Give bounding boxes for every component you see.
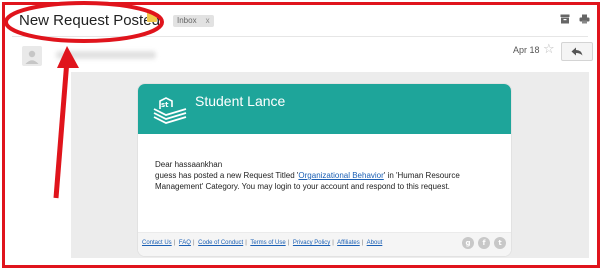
inbox-label-text: Inbox — [177, 16, 197, 25]
request-title-link[interactable]: Organizational Behavior — [298, 171, 383, 180]
brand-name: Student Lance — [195, 93, 286, 109]
person-icon — [25, 50, 39, 64]
footer-link-faq[interactable]: FAQ — [179, 240, 191, 246]
inbox-label-chip[interactable]: Inbox x — [173, 15, 214, 27]
footer-link-contact-us[interactable]: Contact Us — [142, 240, 172, 246]
footer-separator: | — [192, 240, 195, 246]
social-icons: g f t — [462, 237, 506, 249]
footer-separator: | — [332, 240, 334, 246]
archive-icon[interactable] — [560, 14, 570, 24]
footer-link-code-of-conduct[interactable]: Code of Conduct — [198, 240, 243, 246]
greeting: Dear hassaankhan — [155, 160, 223, 169]
student-lance-logo-icon: st — [153, 97, 187, 124]
sender-avatar[interactable] — [22, 46, 42, 66]
facebook-icon[interactable]: f — [478, 237, 490, 249]
svg-text:st: st — [161, 101, 169, 109]
message-text-part-1: guess has posted a new Request Titled ' — [155, 171, 299, 180]
top-toolbar — [560, 14, 590, 24]
star-icon[interactable]: ☆ — [543, 42, 555, 56]
message-body: Dear hassaankhan guess has posted a new … — [155, 159, 500, 192]
footer-separator: | — [173, 240, 176, 246]
email-card: st Student Lance Dear hassaankhan guess … — [138, 84, 511, 256]
email-date: Apr 18 — [513, 45, 540, 55]
card-header: st Student Lance — [138, 84, 511, 134]
footer-link-about[interactable]: About — [367, 240, 383, 246]
print-icon[interactable] — [579, 14, 590, 24]
reply-button[interactable] — [561, 42, 593, 61]
footer-link-terms-of-use[interactable]: Terms of Use — [250, 240, 285, 246]
remove-label-button[interactable]: x — [206, 16, 210, 25]
footer-separator: | — [361, 240, 364, 246]
twitter-icon[interactable]: t — [494, 237, 506, 249]
footer-links: Contact Us | FAQ | Code of Conduct | Terms … — [142, 240, 382, 246]
folder-label-icon[interactable] — [147, 12, 157, 22]
google-plus-icon[interactable]: g — [462, 237, 474, 249]
message-text: guess has posted a new Request Titled 'O… — [155, 170, 500, 192]
card-footer: Contact Us | FAQ | Code of Conduct | Terms … — [138, 232, 511, 256]
footer-separator: | — [287, 240, 290, 246]
footer-separator: | — [245, 240, 247, 246]
sender-name-redacted — [56, 51, 156, 59]
header-divider — [12, 36, 588, 37]
footer-link-privacy-policy[interactable]: Privacy Policy — [293, 240, 330, 246]
footer-link-affiliates[interactable]: Affiliates — [337, 240, 360, 246]
reply-icon — [571, 47, 583, 56]
email-subject: New Request Posted — [19, 12, 160, 29]
